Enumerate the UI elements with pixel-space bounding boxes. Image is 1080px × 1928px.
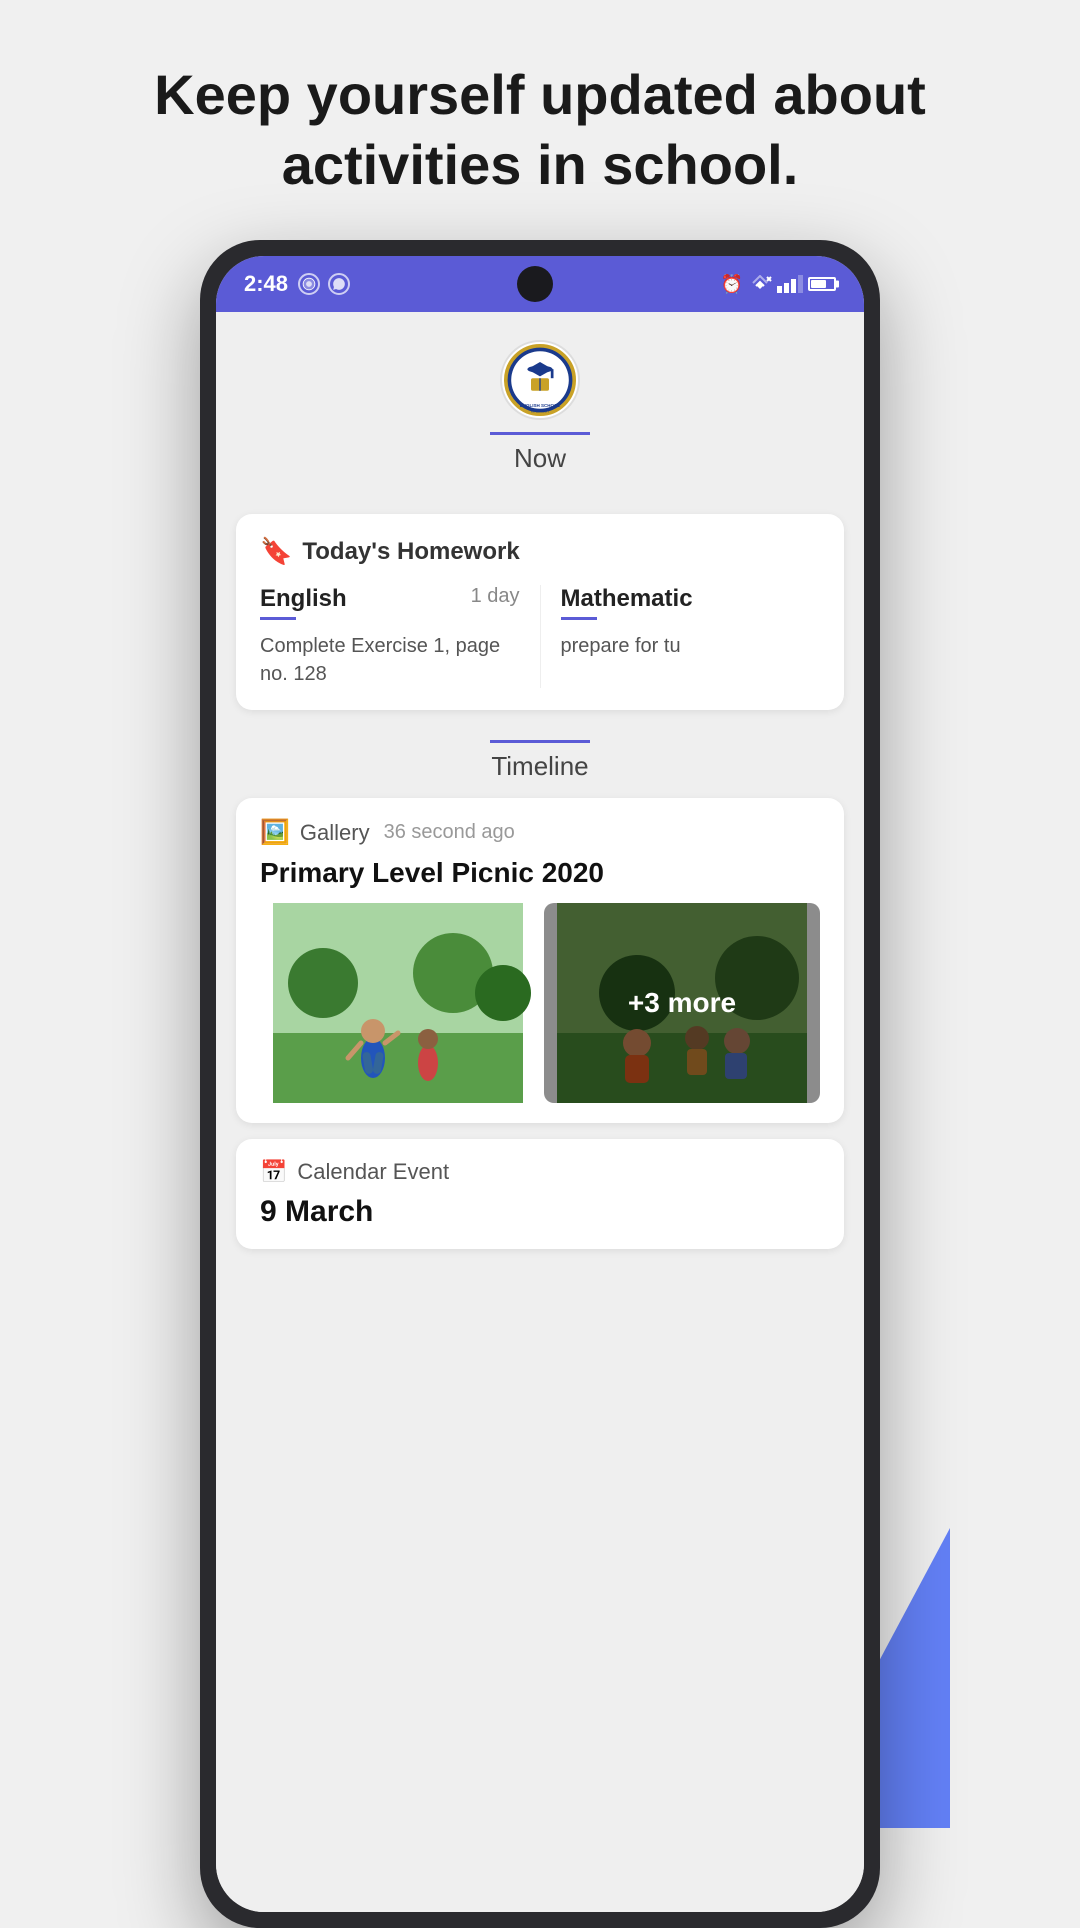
- gallery-images: +3 more: [260, 903, 820, 1103]
- homework-card: 🔖 Today's Homework English 1 day Complet…: [236, 514, 844, 710]
- now-tab-label[interactable]: Now: [514, 443, 566, 474]
- status-right-icons: ⏰: [721, 274, 836, 295]
- signal-icon: [777, 275, 803, 293]
- timeline-tab-label[interactable]: Timeline: [491, 751, 588, 782]
- wifi-icon: [748, 275, 772, 293]
- status-icons-left: [298, 273, 350, 295]
- subject-math-header: Mathematic: [561, 585, 821, 613]
- status-time: 2:48: [244, 271, 288, 297]
- camera-notch: [517, 266, 553, 302]
- subject-math-desc: prepare for tu: [561, 632, 821, 660]
- battery-icon: [808, 277, 836, 291]
- calendar-event-date: 9 March: [260, 1195, 820, 1229]
- phone-mockup: 2:48: [190, 240, 890, 1928]
- bookmark-icon: 🔖: [260, 536, 292, 567]
- subject-english-desc: Complete Exercise 1, page no. 128: [260, 632, 520, 688]
- more-overlay: +3 more: [544, 903, 820, 1103]
- timeline-active-line: [490, 740, 590, 743]
- hero-text: Keep yourself updated about activities i…: [0, 0, 1080, 240]
- school-header: ENGLISH SCHOOL HINDAKOT Now: [216, 312, 864, 506]
- timeline-tab: Timeline: [216, 740, 864, 782]
- subject-english-header: English 1 day: [260, 585, 520, 613]
- tab-active-line: [490, 432, 590, 435]
- gallery-icon: 🖼️: [260, 818, 290, 847]
- whatsapp-icon: [328, 273, 350, 295]
- calendar-meta-row: 📅 Calendar Event: [260, 1159, 820, 1185]
- timeline-section: Timeline 🖼️ Gallery 36 second ago Primar…: [216, 730, 864, 1249]
- calendar-card: 📅 Calendar Event 9 March: [236, 1139, 844, 1249]
- svg-text:ENGLISH SCHOOL: ENGLISH SCHOOL: [520, 403, 561, 408]
- alarm-icon: ⏰: [721, 274, 743, 295]
- status-bar: 2:48: [216, 256, 864, 312]
- calendar-icon: 📅: [260, 1159, 287, 1185]
- subject-math-underline: [561, 617, 597, 620]
- gallery-event-title: Primary Level Picnic 2020: [260, 857, 820, 889]
- phone-screen: 2:48: [216, 256, 864, 1912]
- subject-english-days: 1 day: [471, 585, 520, 608]
- school-logo: ENGLISH SCHOOL HINDAKOT: [500, 340, 580, 420]
- homework-card-title-row: 🔖 Today's Homework: [260, 536, 820, 567]
- homework-card-title: Today's Homework: [302, 538, 519, 566]
- subject-mathematics: Mathematic prepare for tu: [541, 585, 821, 688]
- status-bar-left: 2:48: [244, 271, 350, 297]
- phone-frame: 2:48: [200, 240, 880, 1928]
- now-tab-indicator: [216, 432, 864, 435]
- app-content: ENGLISH SCHOOL HINDAKOT Now 🔖 Today's Ho…: [216, 312, 864, 1912]
- gallery-image-1[interactable]: [260, 903, 536, 1103]
- gallery-meta-row: 🖼️ Gallery 36 second ago: [260, 818, 820, 847]
- subject-math-name: Mathematic: [561, 585, 693, 613]
- subject-english: English 1 day Complete Exercise 1, page …: [260, 585, 541, 688]
- messaging-icon: [298, 273, 320, 295]
- status-bar-right: ⏰: [721, 274, 836, 295]
- gallery-card: 🖼️ Gallery 36 second ago Primary Level P…: [236, 798, 844, 1123]
- gallery-type: Gallery: [300, 820, 370, 846]
- subjects-row: English 1 day Complete Exercise 1, page …: [260, 585, 820, 688]
- subject-english-name: English: [260, 585, 347, 613]
- svg-text:HINDAKOT: HINDAKOT: [531, 409, 550, 413]
- gallery-time: 36 second ago: [384, 821, 515, 844]
- calendar-type: Calendar Event: [297, 1159, 449, 1185]
- gallery-image-2[interactable]: +3 more: [544, 903, 820, 1103]
- subject-english-underline: [260, 617, 296, 620]
